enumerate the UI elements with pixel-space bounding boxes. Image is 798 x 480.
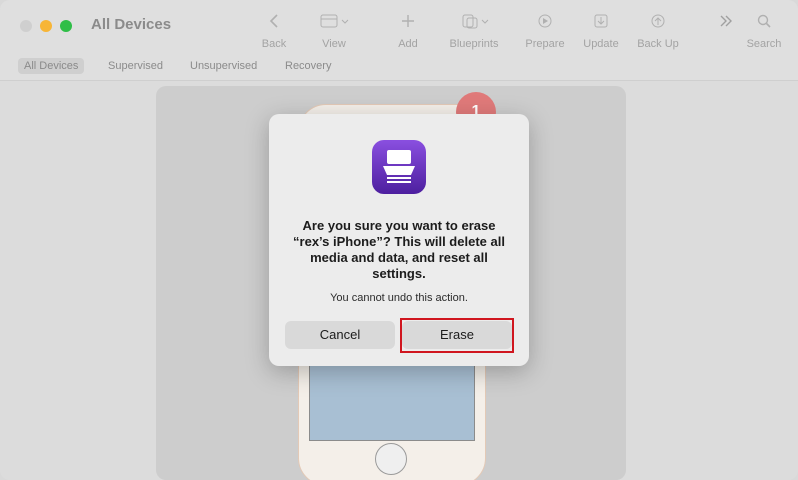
backup-label: Back Up — [637, 38, 679, 50]
prepare-button[interactable]: Prepare — [513, 10, 577, 50]
view-icon — [302, 10, 366, 32]
cancel-button[interactable]: Cancel — [285, 321, 395, 349]
close-window-button[interactable] — [20, 20, 32, 32]
search-label: Search — [746, 38, 782, 50]
blueprints-icon — [442, 10, 506, 32]
tab-all-devices[interactable]: All Devices — [18, 58, 85, 74]
upload-icon — [626, 10, 690, 32]
minimize-window-button[interactable] — [40, 20, 52, 32]
prepare-icon — [513, 10, 577, 32]
download-icon — [569, 10, 633, 32]
window-title: All Devices — [91, 16, 172, 33]
maximize-window-button[interactable] — [60, 20, 72, 32]
home-button-graphic — [375, 443, 407, 475]
tab-recovery[interactable]: Recovery — [279, 58, 337, 74]
view-button[interactable]: View — [302, 10, 366, 50]
erase-button-highlight — [400, 318, 514, 353]
search-button[interactable]: Search — [732, 10, 796, 50]
chevron-left-icon — [242, 10, 306, 32]
back-label: Back — [261, 38, 287, 50]
tab-unsupervised[interactable]: Unsupervised — [184, 58, 263, 74]
plus-icon — [376, 10, 440, 32]
tab-supervised[interactable]: Supervised — [102, 58, 169, 74]
update-label: Update — [583, 38, 619, 50]
iphone-screen — [309, 357, 475, 441]
update-button[interactable]: Update — [569, 10, 633, 50]
backup-button[interactable]: Back Up — [626, 10, 690, 50]
add-button[interactable]: Add — [376, 10, 440, 50]
add-label: Add — [398, 38, 418, 50]
dialog-title: Are you sure you want to erase “rex’s iP… — [293, 218, 505, 281]
view-label: View — [322, 38, 346, 50]
toolbar: All Devices Back View Add Blueprints Pre… — [0, 0, 798, 81]
blueprints-label: Blueprints — [449, 38, 499, 50]
search-icon — [732, 10, 796, 32]
configurator-app-icon — [372, 140, 426, 194]
blueprints-button[interactable]: Blueprints — [442, 10, 506, 50]
dialog-message: You cannot undo this action. — [330, 292, 468, 304]
prepare-label: Prepare — [525, 38, 565, 50]
back-button[interactable]: Back — [242, 10, 306, 50]
